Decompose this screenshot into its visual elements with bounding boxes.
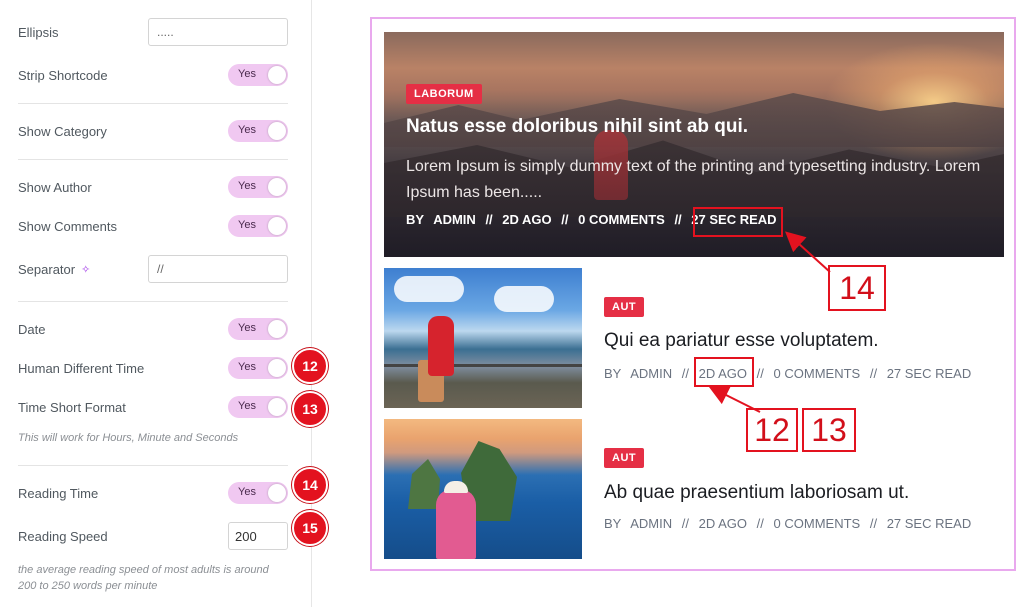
thumb-railing [384, 364, 582, 374]
highlight-date [694, 357, 754, 387]
featured-post-excerpt: Lorem Ipsum is simply dummy text of the … [406, 158, 981, 201]
featured-post-title[interactable]: Natus esse doloribus nihil sint ab qui. [406, 116, 748, 138]
toggle-knob [268, 359, 286, 377]
time-short-format-toggle[interactable]: Yes [228, 396, 288, 418]
toggle-yes-label: Yes [238, 68, 256, 80]
post-grid-preview: LABORUM Natus esse doloribus nihil sint … [370, 17, 1016, 571]
section-divider [18, 103, 288, 104]
thumb-hat [444, 481, 468, 493]
section-divider [18, 159, 288, 160]
post-category-badge[interactable]: AUT [604, 297, 645, 317]
reading-time-toggle[interactable]: Yes [228, 482, 288, 504]
meta-by: BY [604, 366, 622, 381]
meta-by: BY [406, 212, 425, 227]
show-author-label: Show Author [18, 179, 92, 195]
post-meta: BY ADMIN // 2D AGO // 0 COMMENTS // 27 S… [604, 516, 977, 531]
reading-time-label: Reading Time [18, 485, 99, 501]
callout-number-13: 13 [802, 408, 856, 452]
toggle-yes-label: Yes [238, 400, 256, 412]
meta-separator: // [681, 516, 689, 531]
meta-separator: // [681, 366, 689, 381]
toggle-yes-label: Yes [238, 361, 256, 373]
show-comments-label: Show Comments [18, 218, 117, 234]
meta-author[interactable]: ADMIN [433, 212, 476, 227]
post-category-badge[interactable]: AUT [604, 448, 645, 468]
meta-separator: // [485, 212, 493, 227]
annotation-badge-12: 12 [292, 348, 328, 384]
ellipsis-input[interactable]: ..... [148, 18, 288, 46]
meta-reading-time: 27 SEC READ [886, 366, 972, 381]
time-short-format-hint: This will work for Hours, Minute and Sec… [18, 432, 239, 444]
date-label: Date [18, 321, 46, 337]
annotation-badge-13: 13 [292, 391, 328, 427]
post-meta: BY ADMIN // 2D AGO // 0 COMMENTS // 27 S… [604, 366, 977, 381]
toggle-yes-label: Yes [238, 124, 256, 136]
section-divider [18, 301, 288, 302]
reading-speed-input[interactable]: 200 [228, 522, 288, 550]
ai-sparkle-icon[interactable]: ✧ [81, 263, 90, 276]
human-different-time-label: Human Different Time [18, 360, 145, 376]
toggle-yes-label: Yes [238, 180, 256, 192]
toggle-yes-label: Yes [238, 486, 256, 498]
meta-comments[interactable]: 0 COMMENTS [578, 212, 665, 227]
ellipsis-label: Ellipsis [18, 24, 59, 40]
thumb-cloud [494, 286, 554, 312]
annotation-badge-14: 14 [292, 467, 328, 503]
callout-number-12: 12 [746, 408, 798, 452]
toggle-yes-label: Yes [238, 219, 256, 231]
time-short-format-label: Time Short Format [18, 399, 126, 415]
meta-comments[interactable]: 0 COMMENTS [774, 366, 861, 381]
meta-separator: // [674, 212, 682, 227]
post-thumbnail[interactable] [384, 419, 582, 559]
show-category-label: Show Category [18, 123, 107, 139]
toggle-knob [268, 484, 286, 502]
separator-label: Separator [18, 261, 76, 277]
settings-panel: Ellipsis ..... Strip Shortcode Yes Show … [0, 0, 312, 607]
post-title[interactable]: Qui ea pariatur esse voluptatem. [604, 330, 879, 352]
thumb-traveler [436, 489, 476, 559]
strip-shortcode-toggle[interactable]: Yes [228, 64, 288, 86]
show-comments-toggle[interactable]: Yes [228, 215, 288, 237]
toggle-knob [268, 178, 286, 196]
meta-separator: // [869, 516, 878, 531]
thumb-cloud [394, 276, 464, 302]
annotation-badge-15: 15 [292, 510, 328, 546]
post-thumbnail[interactable] [384, 268, 582, 408]
show-author-toggle[interactable]: Yes [228, 176, 288, 198]
highlight-reading-time [693, 207, 783, 237]
date-toggle[interactable]: Yes [228, 318, 288, 340]
reading-speed-label: Reading Speed [18, 528, 108, 544]
thumb-traveler [428, 316, 454, 376]
strip-shortcode-label: Strip Shortcode [18, 67, 108, 83]
show-category-toggle[interactable]: Yes [228, 120, 288, 142]
featured-category-badge[interactable]: LABORUM [406, 84, 482, 104]
toggle-yes-label: Yes [238, 322, 256, 334]
toggle-knob [268, 217, 286, 235]
human-different-time-toggle[interactable]: Yes [228, 357, 288, 379]
meta-comments[interactable]: 0 COMMENTS [774, 516, 861, 531]
toggle-knob [268, 398, 286, 416]
meta-date: 2D AGO [502, 212, 552, 227]
toggle-knob [268, 66, 286, 84]
meta-separator: // [756, 516, 764, 531]
post-title[interactable]: Ab quae praesentium laboriosam ut. [604, 482, 909, 504]
meta-separator: // [756, 366, 764, 381]
toggle-knob [268, 320, 286, 338]
toggle-knob [268, 122, 286, 140]
section-divider [18, 465, 288, 466]
reading-speed-hint: the average reading speed of most adults… [18, 564, 269, 592]
meta-by: BY [604, 516, 622, 531]
meta-author[interactable]: ADMIN [630, 366, 672, 381]
meta-separator: // [869, 366, 878, 381]
meta-separator: // [561, 212, 569, 227]
meta-reading-time: 27 SEC READ [886, 516, 972, 531]
meta-date: 2D AGO [698, 516, 748, 531]
callout-number-14: 14 [828, 265, 886, 311]
meta-author[interactable]: ADMIN [630, 516, 672, 531]
separator-input[interactable]: // [148, 255, 288, 283]
